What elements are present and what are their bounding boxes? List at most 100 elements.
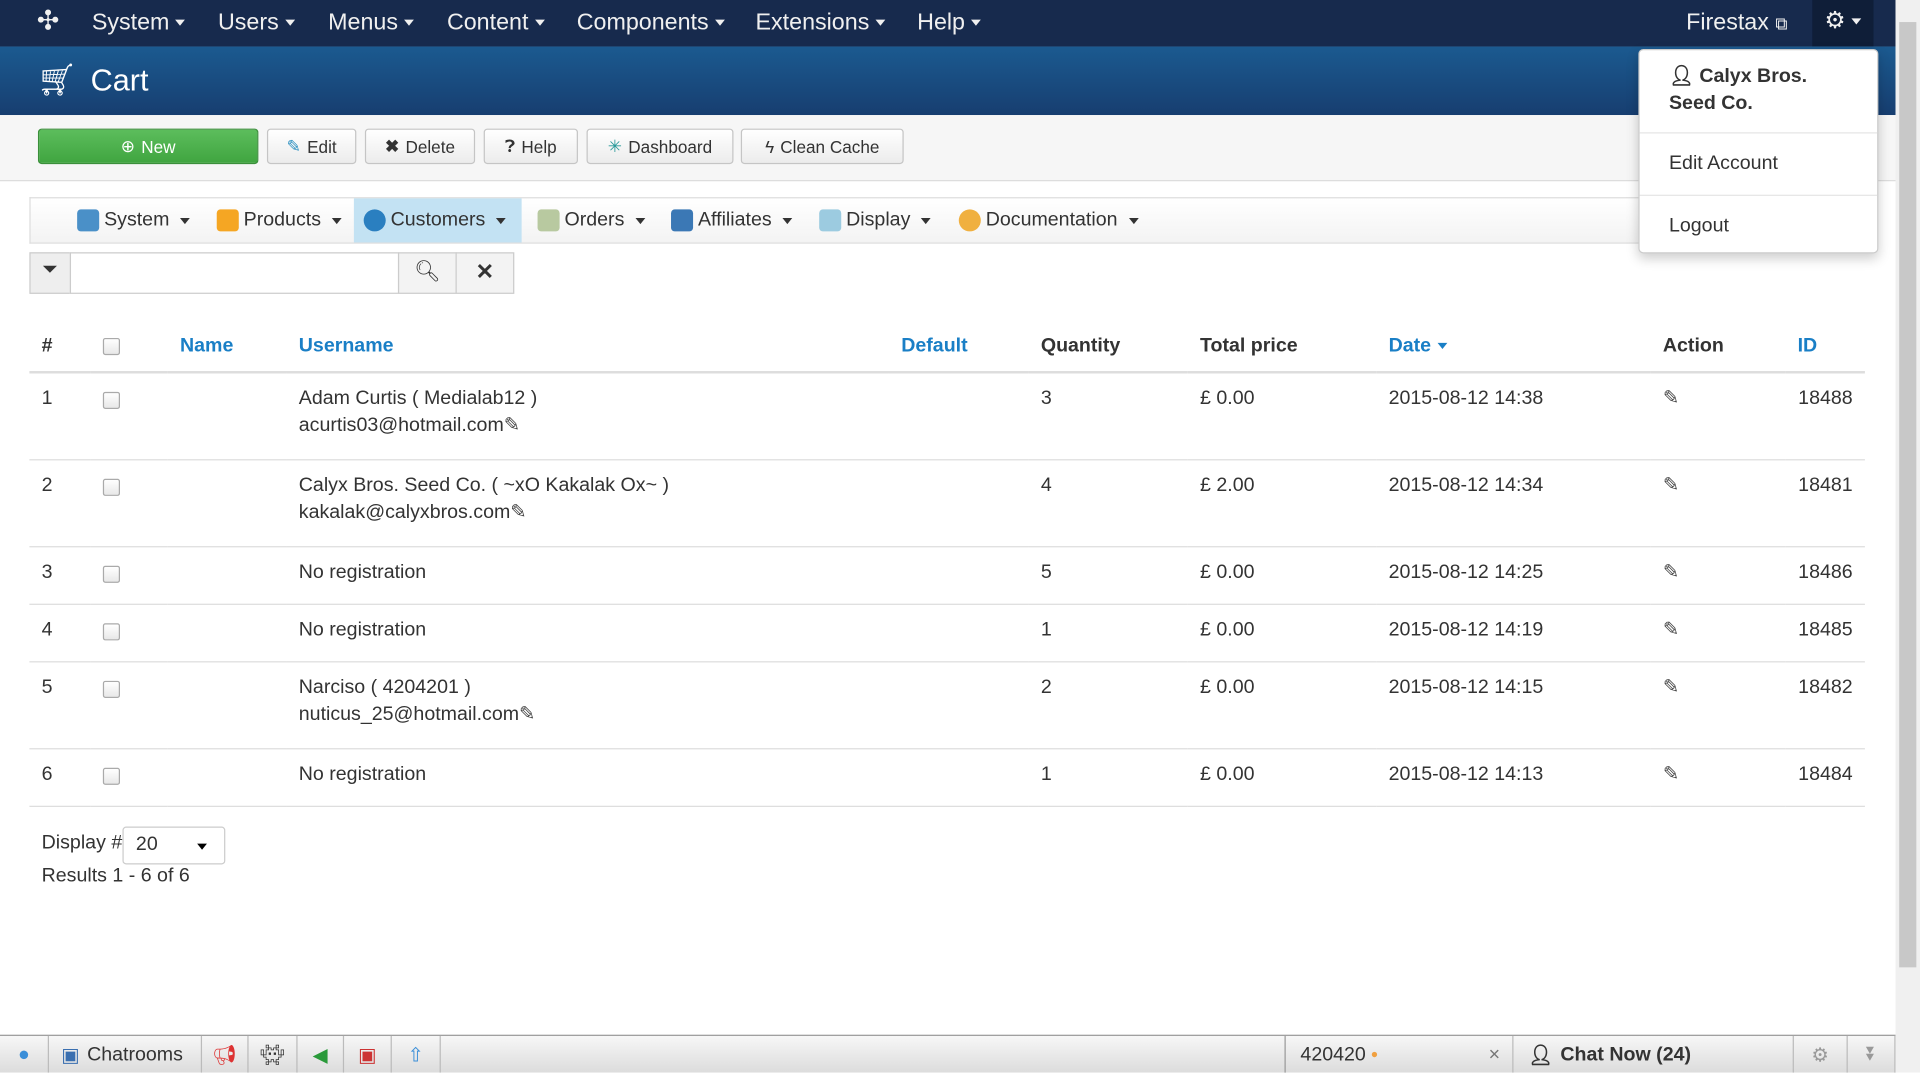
submenu-display[interactable]: Display [809, 198, 941, 242]
edit-user-icon[interactable]: ✎ [510, 502, 526, 523]
row-checkbox[interactable] [102, 565, 121, 583]
display-icon [819, 209, 842, 232]
row-select [90, 372, 168, 461]
row-total: £ 2.00 [1187, 459, 1377, 548]
col-default[interactable]: Default [888, 320, 1029, 374]
row-select [90, 546, 168, 605]
col-username[interactable]: Username [286, 320, 889, 374]
minimize-bar-icon[interactable]: ⏬︎ [1848, 1035, 1896, 1073]
gear-icon: ⚙ [1824, 8, 1846, 35]
search-button[interactable]: 🔍︎ [397, 252, 457, 294]
user-email: acurtis03@hotmail.com [298, 415, 504, 436]
edit-pencil-icon[interactable]: ✎ [1663, 562, 1679, 583]
row-checkbox[interactable] [102, 767, 121, 785]
menu-help[interactable]: Help [917, 10, 981, 37]
edit-pencil-icon[interactable]: ✎ [1663, 764, 1679, 785]
component-submenu: System Products Customers Orders Affilia… [29, 197, 1641, 244]
filter-toggle-button[interactable]: ⏷ [29, 252, 72, 294]
row-num: 2 [29, 459, 91, 548]
row-checkbox[interactable] [102, 623, 121, 641]
edit-pencil-icon[interactable]: ✎ [1663, 620, 1679, 641]
row-select [90, 748, 168, 807]
chatrooms-label: Chatrooms [87, 1043, 183, 1065]
vertical-scrollbar[interactable] [1895, 0, 1920, 1073]
clear-search-button[interactable]: ✕ [455, 252, 515, 294]
row-num: 6 [29, 748, 91, 807]
row-checkbox[interactable] [102, 680, 121, 698]
submenu-system[interactable]: System [67, 198, 200, 242]
chat-now-button[interactable]: 👤︎ Chat Now (24) [1513, 1035, 1794, 1073]
submenu-customers[interactable]: Customers [353, 198, 522, 243]
settings-menu-button[interactable]: ⚙ [1812, 0, 1874, 47]
menu-menus[interactable]: Menus [328, 10, 414, 37]
user-label: Calyx Bros. Seed Co. ( ~xO Kakalak Ox~ ) [298, 475, 669, 496]
help-button[interactable]: ❓︎ Help [483, 128, 578, 165]
close-chat-icon[interactable]: × [1489, 1044, 1500, 1066]
button-label: Delete [405, 136, 456, 157]
chat-tab[interactable]: 420420 ● × [1284, 1035, 1514, 1073]
table-row: 3 No registration 5 £ 0.00 2015-08-12 14… [29, 546, 1865, 605]
chat-settings-icon[interactable]: ⚙ [1794, 1035, 1848, 1073]
site-link[interactable]: Firestax ⧉ [1686, 10, 1787, 37]
clean-cache-button[interactable]: ϟ Clean Cache [740, 128, 904, 165]
logout-item[interactable]: Logout [1640, 196, 1878, 257]
table-header-row: # Name Username Default Quantity Total p… [29, 320, 1865, 374]
edit-user-icon[interactable]: ✎ [519, 704, 535, 725]
submenu-products[interactable]: Products [207, 198, 352, 242]
table-row: 5 Narciso ( 4204201 ) nuticus_25@hotmail.… [29, 661, 1865, 750]
announcement-icon[interactable]: 📢︎ [202, 1035, 249, 1073]
upload-icon[interactable]: ⇧ [392, 1035, 441, 1073]
menu-system[interactable]: System [92, 10, 186, 37]
row-id: 18484 [1785, 748, 1865, 807]
games-icon[interactable]: 👾︎ [249, 1035, 298, 1073]
col-action: Action [1650, 320, 1786, 374]
col-select [90, 320, 168, 374]
row-quantity: 1 [1028, 604, 1188, 663]
edit-user-icon[interactable]: ✎ [504, 415, 520, 436]
col-id[interactable]: ID [1785, 320, 1865, 374]
toolbar: ⊕ New ✎ Edit ✖ Delete ❓︎ Help ✳ Dashboard ϟ Cl… [0, 115, 1896, 182]
display-label: Display # [41, 832, 123, 854]
menu-users[interactable]: Users [218, 10, 295, 37]
menu-content[interactable]: Content [447, 10, 545, 37]
row-name [167, 459, 287, 548]
app-icon[interactable]: ▣ [344, 1035, 392, 1073]
row-date: 2015-08-12 14:34 [1376, 459, 1651, 548]
row-checkbox[interactable] [102, 391, 121, 409]
submenu-documentation[interactable]: Documentation [949, 198, 1148, 242]
menu-extensions[interactable]: Extensions [756, 10, 886, 37]
row-select [90, 604, 168, 663]
row-name [167, 372, 287, 461]
col-num: # [29, 320, 91, 374]
user-name-line2: Seed Co. [1668, 93, 1753, 114]
filter-icon: ⏷ [42, 259, 59, 281]
row-date: 2015-08-12 14:38 [1376, 372, 1651, 461]
edit-pencil-icon[interactable]: ✎ [1663, 388, 1679, 409]
user-label: No registration [298, 619, 427, 641]
row-checkbox[interactable] [102, 478, 121, 496]
edit-pencil-icon[interactable]: ✎ [1663, 677, 1679, 698]
delete-button[interactable]: ✖ Delete [364, 128, 476, 165]
col-name[interactable]: Name [167, 320, 287, 374]
new-button[interactable]: ⊕ New [37, 128, 259, 165]
share-icon[interactable]: ◀ [298, 1035, 345, 1073]
lightning-icon: ϟ [765, 136, 775, 157]
table-row: 2 Calyx Bros. Seed Co. ( ~xO Kakalak Ox~… [29, 459, 1865, 548]
chatrooms-button[interactable]: ▣ Chatrooms [49, 1035, 203, 1073]
dashboard-button[interactable]: ✳ Dashboard [586, 128, 734, 165]
search-input[interactable] [69, 252, 400, 294]
scrollbar-thumb[interactable] [1899, 22, 1917, 968]
select-all-checkbox[interactable] [102, 337, 121, 355]
joomla-logo-icon[interactable]: ✣ [37, 5, 60, 37]
row-num: 3 [29, 546, 91, 605]
col-date[interactable]: Date [1376, 320, 1651, 374]
submenu-orders[interactable]: Orders [528, 198, 655, 242]
edit-button[interactable]: ✎ Edit [266, 128, 357, 165]
display-count-select[interactable]: 20 [122, 826, 226, 865]
globe-icon[interactable]: ● [0, 1035, 49, 1073]
edit-pencil-icon[interactable]: ✎ [1663, 475, 1679, 496]
submenu-affiliates[interactable]: Affiliates [661, 198, 802, 242]
row-total: £ 0.00 [1187, 372, 1377, 461]
menu-components[interactable]: Components [577, 10, 725, 37]
edit-account-item[interactable]: Edit Account [1639, 133, 1878, 196]
